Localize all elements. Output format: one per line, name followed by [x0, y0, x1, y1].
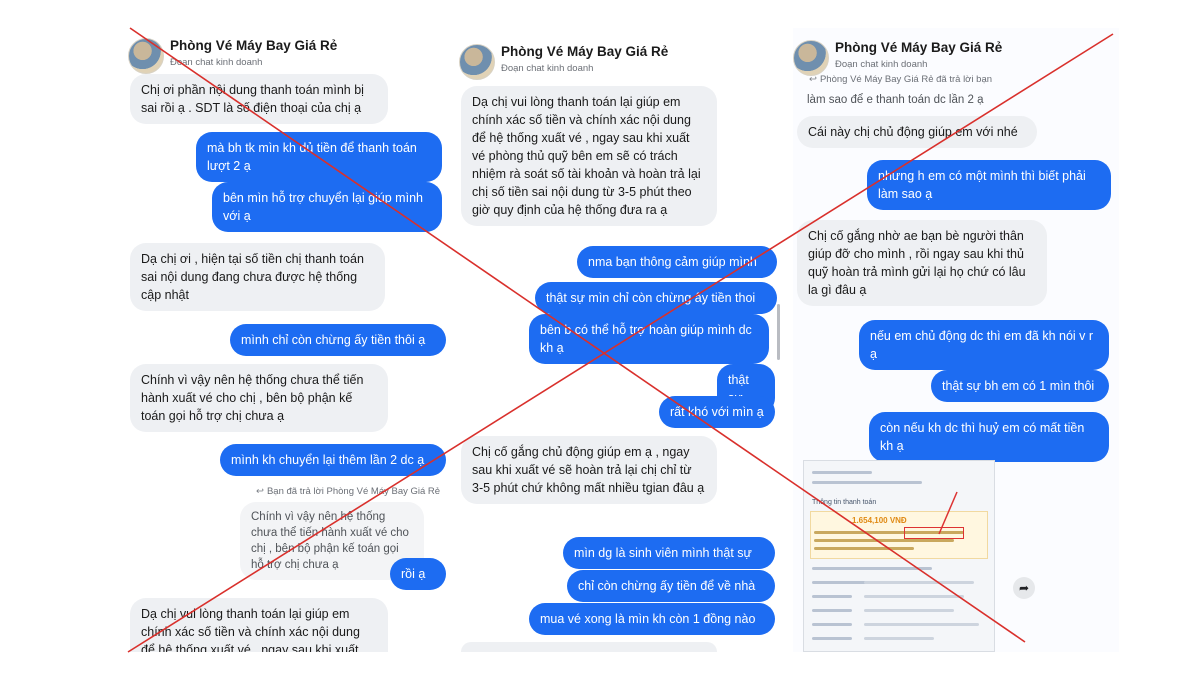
payment-receipt-image[interactable]: Thông tin thanh toán 1.654,100 VNĐ — [803, 460, 995, 652]
chat-subtitle: Đoạn chat kinh doanh — [170, 57, 263, 68]
message-incoming-partial — [461, 642, 717, 652]
chat-subtitle: Đoạn chat kinh doanh — [501, 63, 594, 74]
reply-arrow-icon: ↩ — [809, 74, 817, 85]
message-outgoing: nếu em chủ động dc thì em đã kh nói v r … — [859, 320, 1109, 370]
avatar[interactable] — [459, 44, 495, 80]
message-incoming: Cái này chị chủ động giúp em với nhé — [797, 116, 1037, 148]
avatar[interactable] — [793, 40, 829, 76]
chat-title: Phòng Vé Máy Bay Giá Rẻ — [501, 44, 669, 59]
message-outgoing: chỉ còn chừng ấy tiền để về nhà — [567, 570, 775, 602]
message-outgoing: mìn dg là sinh viên mình thật sự — [563, 537, 775, 569]
chat-title: Phòng Vé Máy Bay Giá Rẻ — [835, 40, 1003, 55]
message-outgoing: còn nếu kh dc thì huỷ em có mất tiền kh … — [869, 412, 1109, 462]
reply-arrow-icon: ↩ — [256, 486, 264, 497]
chat-subtitle: Đoạn chat kinh doanh — [835, 59, 928, 70]
message-outgoing: nhưng h em có một mình thì biết phải làm… — [867, 160, 1111, 210]
message-incoming: Dạ chị ơi , hiện tại số tiền chị thanh t… — [130, 243, 385, 311]
message-outgoing: bên mìn hỗ trợ chuyển lại giúp mình với … — [212, 182, 442, 232]
share-icon[interactable]: ➦ — [1013, 577, 1035, 599]
message-outgoing: mình kh chuyển lại thêm lần 2 dc ạ — [220, 444, 446, 476]
receipt-amount: 1.654,100 VNĐ — [852, 516, 907, 525]
receipt-title: Thông tin thanh toán — [812, 499, 877, 506]
quoted-message: làm sao để e thanh toán dc lần 2 ạ — [807, 94, 984, 106]
message-outgoing: rồi ạ — [390, 558, 446, 590]
message-outgoing: rất khó với mìn ạ — [659, 396, 775, 428]
reply-note: ↩ Bạn đã trả lời Phòng Vé Máy Bay Giá Rẻ — [256, 486, 441, 497]
message-outgoing: bên b có thể hỗ trợ hoàn giúp mình dc kh… — [529, 314, 769, 364]
message-outgoing: mà bh tk mìn kh dủ tiền để thanh toán lư… — [196, 132, 442, 182]
message-incoming: Chị cố gắng nhờ ae bạn bè người thân giú… — [797, 220, 1047, 306]
scrollbar[interactable] — [777, 304, 780, 360]
message-outgoing: thật sự mìn chỉ còn chừng ấy tiền thoi — [535, 282, 777, 314]
message-incoming: Chính vì vậy nên hệ thống chưa thể tiến … — [130, 364, 388, 432]
message-incoming: Dạ chị vui lòng thanh toán lại giúp em c… — [130, 598, 388, 652]
message-incoming: Chị ơi phần nội dung thanh toán mình bị … — [130, 74, 388, 124]
chat-title: Phòng Vé Máy Bay Giá Rẻ — [170, 38, 338, 53]
chat-panel-1: Phòng Vé Máy Bay Giá Rẻ Đoạn chat kinh d… — [128, 28, 448, 652]
reply-note: ↩ Phòng Vé Máy Bay Giá Rẻ đã trả lời bạn — [809, 74, 993, 85]
message-incoming: Dạ chị vui lòng thanh toán lại giúp em c… — [461, 86, 717, 226]
message-incoming: Chị cố gắng chủ động giúp em ạ , ngay sa… — [461, 436, 717, 504]
highlight-arrow — [938, 491, 958, 535]
message-outgoing: mình chỉ còn chừng ấy tiền thôi ạ — [230, 324, 446, 356]
chat-panel-2: Phòng Vé Máy Bay Giá Rẻ Đoạn chat kinh d… — [459, 28, 784, 652]
message-outgoing: nma bạn thông cảm giúp mình — [577, 246, 777, 278]
chat-header: Phòng Vé Máy Bay Giá Rẻ Đoạn chat kinh d… — [459, 40, 784, 86]
message-outgoing: mua vé xong là mìn kh còn 1 đồng nào — [529, 603, 775, 635]
chat-panel-3: Phòng Vé Máy Bay Giá Rẻ Đoạn chat kinh d… — [793, 28, 1119, 652]
avatar[interactable] — [128, 38, 164, 74]
message-outgoing: thật sự bh em có 1 mìn thôi — [931, 370, 1109, 402]
